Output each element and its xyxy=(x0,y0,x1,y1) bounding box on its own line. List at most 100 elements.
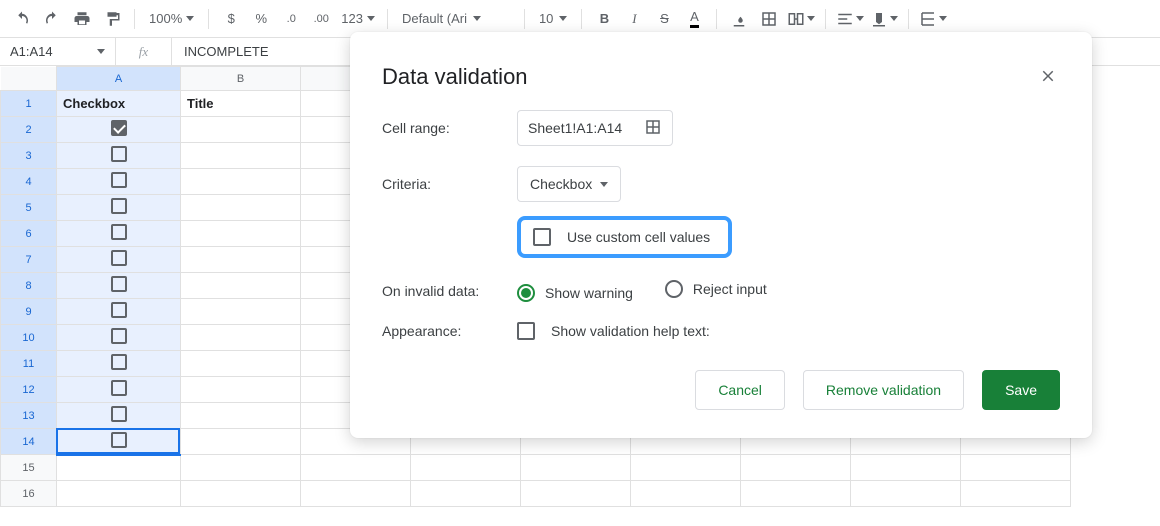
column-header[interactable]: B xyxy=(181,67,301,91)
cell[interactable] xyxy=(57,429,181,455)
cell[interactable] xyxy=(301,481,411,507)
name-box[interactable]: A1:A14 xyxy=(0,38,116,65)
cell[interactable] xyxy=(961,481,1071,507)
row-header[interactable]: 10 xyxy=(1,325,57,351)
redo-button[interactable] xyxy=(38,5,66,33)
cell-checkbox[interactable] xyxy=(111,224,127,240)
row-header[interactable]: 11 xyxy=(1,351,57,377)
font-size-select[interactable]: 10 xyxy=(533,11,573,26)
cell-checkbox[interactable] xyxy=(111,120,127,136)
row-header[interactable]: 2 xyxy=(1,117,57,143)
cell-checkbox[interactable] xyxy=(111,146,127,162)
undo-button[interactable] xyxy=(8,5,36,33)
cell[interactable] xyxy=(181,351,301,377)
cell-checkbox[interactable] xyxy=(111,250,127,266)
more-formats-button[interactable]: 123 xyxy=(337,5,379,33)
cell[interactable] xyxy=(631,481,741,507)
select-range-icon[interactable] xyxy=(644,118,662,139)
row-header[interactable]: 12 xyxy=(1,377,57,403)
cell-checkbox[interactable] xyxy=(111,276,127,292)
cell[interactable] xyxy=(181,325,301,351)
row-header[interactable]: 15 xyxy=(1,455,57,481)
zoom-select[interactable]: 100% xyxy=(143,11,200,26)
row-header[interactable]: 6 xyxy=(1,221,57,247)
text-wrap-button[interactable] xyxy=(917,5,949,33)
cell[interactable] xyxy=(521,455,631,481)
cell[interactable] xyxy=(57,195,181,221)
cell[interactable] xyxy=(851,481,961,507)
reject-input-option[interactable]: Reject input xyxy=(665,280,767,298)
cell[interactable] xyxy=(411,481,521,507)
row-header[interactable]: 5 xyxy=(1,195,57,221)
cell-range-input[interactable]: Sheet1!A1:A14 xyxy=(517,110,673,146)
cell-checkbox[interactable] xyxy=(111,328,127,344)
cell-checkbox[interactable] xyxy=(111,198,127,214)
cell[interactable] xyxy=(181,377,301,403)
remove-validation-button[interactable]: Remove validation xyxy=(803,370,964,410)
row-header[interactable]: 13 xyxy=(1,403,57,429)
show-warning-option[interactable]: Show warning xyxy=(517,284,633,302)
cell[interactable] xyxy=(57,377,181,403)
currency-button[interactable]: $ xyxy=(217,5,245,33)
increase-decimal-button[interactable]: .00 xyxy=(307,5,335,33)
custom-values-checkbox[interactable] xyxy=(533,228,551,246)
help-text-checkbox[interactable] xyxy=(517,322,535,340)
cell[interactable] xyxy=(521,481,631,507)
fill-color-button[interactable] xyxy=(725,5,753,33)
decrease-decimal-button[interactable]: .0 xyxy=(277,5,305,33)
row-header[interactable]: 4 xyxy=(1,169,57,195)
row-header[interactable]: 3 xyxy=(1,143,57,169)
cell[interactable] xyxy=(57,169,181,195)
font-family-select[interactable]: Default (Ari xyxy=(396,11,516,26)
cell[interactable] xyxy=(181,221,301,247)
criteria-select[interactable]: Checkbox xyxy=(517,166,621,202)
row-header[interactable]: 7 xyxy=(1,247,57,273)
column-header[interactable]: A xyxy=(57,67,181,91)
cell[interactable] xyxy=(181,481,301,507)
close-button[interactable] xyxy=(1036,64,1060,88)
cell[interactable] xyxy=(57,143,181,169)
cell[interactable] xyxy=(57,351,181,377)
bold-button[interactable]: B xyxy=(590,5,618,33)
merge-cells-button[interactable] xyxy=(785,5,817,33)
cell[interactable] xyxy=(961,455,1071,481)
cell[interactable] xyxy=(181,117,301,143)
cell[interactable] xyxy=(631,455,741,481)
vertical-align-button[interactable] xyxy=(868,5,900,33)
cell[interactable] xyxy=(181,143,301,169)
cell[interactable] xyxy=(851,455,961,481)
cell-checkbox[interactable] xyxy=(111,172,127,188)
cell[interactable]: Title xyxy=(181,91,301,117)
formula-value[interactable]: INCOMPLETE xyxy=(172,44,281,59)
cell[interactable] xyxy=(181,195,301,221)
cell[interactable] xyxy=(741,455,851,481)
borders-button[interactable] xyxy=(755,5,783,33)
cell[interactable] xyxy=(57,403,181,429)
cancel-button[interactable]: Cancel xyxy=(695,370,785,410)
cell[interactable] xyxy=(57,455,181,481)
cell[interactable] xyxy=(181,455,301,481)
cell[interactable] xyxy=(301,455,411,481)
horizontal-align-button[interactable] xyxy=(834,5,866,33)
cell[interactable] xyxy=(181,169,301,195)
cell[interactable] xyxy=(57,221,181,247)
cell[interactable] xyxy=(181,403,301,429)
italic-button[interactable]: I xyxy=(620,5,648,33)
cell[interactable] xyxy=(181,299,301,325)
save-button[interactable]: Save xyxy=(982,370,1060,410)
cell[interactable] xyxy=(57,273,181,299)
text-color-button[interactable]: A xyxy=(680,5,708,33)
cell-checkbox[interactable] xyxy=(111,354,127,370)
strikethrough-button[interactable]: S xyxy=(650,5,678,33)
cell[interactable] xyxy=(741,481,851,507)
row-header[interactable]: 8 xyxy=(1,273,57,299)
row-header[interactable]: 1 xyxy=(1,91,57,117)
cell[interactable] xyxy=(411,455,521,481)
print-button[interactable] xyxy=(68,5,96,33)
cell[interactable] xyxy=(57,117,181,143)
paint-format-button[interactable] xyxy=(98,5,126,33)
cell[interactable] xyxy=(57,299,181,325)
row-header[interactable]: 16 xyxy=(1,481,57,507)
row-header[interactable]: 9 xyxy=(1,299,57,325)
cell-checkbox[interactable] xyxy=(111,406,127,422)
